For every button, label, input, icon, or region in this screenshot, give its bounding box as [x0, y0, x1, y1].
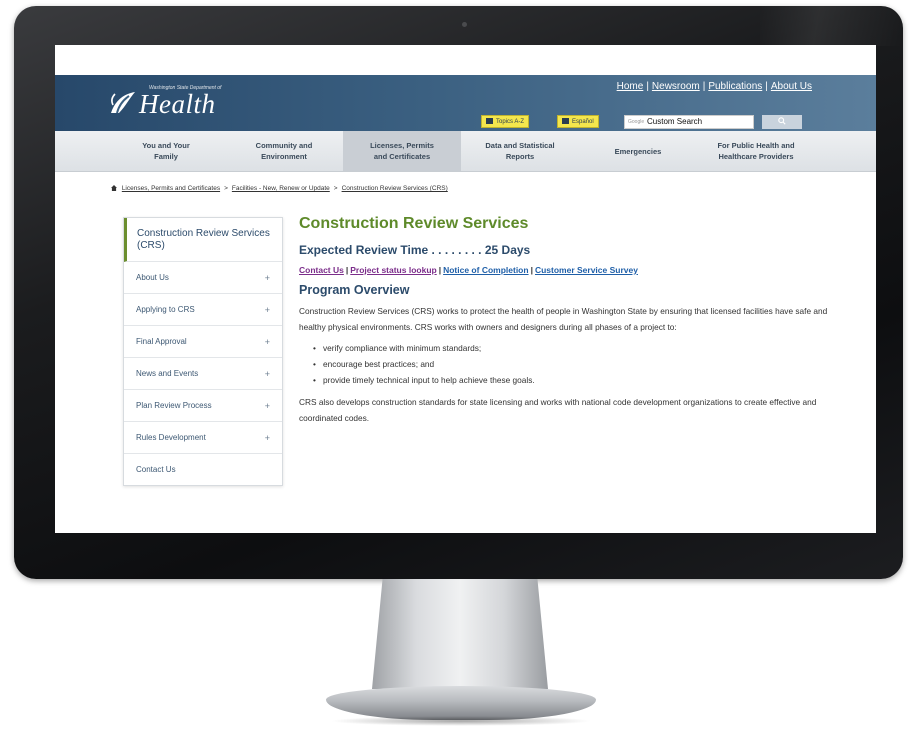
topics-az-button[interactable]: Topics A-Z [481, 115, 530, 128]
leaf-logo-icon [111, 92, 135, 114]
search-placeholder: Custom Search [647, 117, 703, 126]
project-status-link[interactable]: Project status lookup [350, 265, 436, 275]
expand-icon[interactable]: + [265, 433, 270, 443]
overview-paragraph: Construction Review Services (CRS) works… [299, 306, 828, 332]
overview-title: Program Overview [299, 283, 410, 297]
sidebar-item-plan-review[interactable]: Plan Review Process + [124, 390, 282, 422]
breadcrumb-facilities[interactable]: Facilities - New, Renew or Update [232, 185, 330, 192]
sidebar-item-rules-development[interactable]: Rules Development + [124, 422, 282, 454]
nav-emergencies[interactable]: Emergencies [579, 131, 697, 171]
sidebar-item-about-us[interactable]: About Us + [124, 262, 282, 294]
base-shadow [330, 716, 592, 726]
expand-icon[interactable]: + [265, 369, 270, 379]
search-button[interactable] [762, 115, 802, 129]
logo-text: Health [139, 89, 216, 119]
customer-survey-link[interactable]: Customer Service Survey [535, 265, 638, 275]
standards-paragraph: CRS also develops construction standards… [299, 397, 817, 423]
monitor-glare [760, 6, 903, 46]
list-item: verify compliance with minimum standards… [313, 340, 839, 356]
espanol-button[interactable]: Español [557, 115, 599, 128]
breadcrumb: Licenses, Permits and Certificates > Facil… [111, 185, 448, 192]
goals-list: verify compliance with minimum standards… [299, 340, 839, 388]
grid-icon [486, 118, 493, 124]
utility-links: Home | Newsroom | Publications | About Us [616, 81, 812, 92]
nav-public-health-providers[interactable]: For Public Health and Healthcare Provide… [697, 131, 815, 171]
search-icon [778, 117, 786, 125]
screen: Washington State Department of Health Ho… [55, 45, 876, 533]
breadcrumb-licenses[interactable]: Licenses, Permits and Certificates [122, 185, 220, 192]
review-time: Expected Review Time . . . . . . . . 25 … [299, 243, 531, 257]
notice-completion-link[interactable]: Notice of Completion [443, 265, 528, 275]
about-us-link[interactable]: About Us [771, 81, 812, 92]
sidebar-title[interactable]: Construction Review Services (CRS) [124, 218, 282, 262]
list-item: provide timely technical input to help a… [313, 372, 839, 388]
sidebar-item-final-approval[interactable]: Final Approval + [124, 326, 282, 358]
newsroom-link[interactable]: Newsroom [652, 81, 700, 92]
publications-link[interactable]: Publications [708, 81, 762, 92]
sidebar-item-contact-us[interactable]: Contact Us [124, 454, 282, 485]
expand-icon[interactable]: + [265, 337, 270, 347]
site-header: Washington State Department of Health Ho… [55, 75, 876, 131]
quick-links: Contact Us | Project status lookup | Notice … [299, 265, 638, 275]
home-icon[interactable] [111, 185, 117, 191]
expand-icon[interactable]: + [265, 273, 270, 283]
grid-icon [562, 118, 569, 124]
monitor-stand [372, 579, 548, 689]
camera-icon [462, 22, 467, 27]
sidebar-item-news-events[interactable]: News and Events + [124, 358, 282, 390]
contact-us-link[interactable]: Contact Us [299, 265, 344, 275]
search-input[interactable]: Google Custom Search [624, 115, 754, 129]
page-title: Construction Review Services [299, 215, 529, 232]
sidebar-item-applying[interactable]: Applying to CRS + [124, 294, 282, 326]
nav-licenses-permits[interactable]: Licenses, Permits and Certificates [343, 131, 461, 171]
expand-icon[interactable]: + [265, 305, 270, 315]
sidebar-nav: Construction Review Services (CRS) About… [123, 217, 283, 486]
expand-icon[interactable]: + [265, 401, 270, 411]
main-content: Construction Review Services Expected Re… [299, 213, 839, 431]
list-item: encourage best practices; and [313, 356, 839, 372]
breadcrumb-crs[interactable]: Construction Review Services (CRS) [342, 185, 448, 192]
nav-you-and-your-family[interactable]: You and Your Family [107, 131, 225, 171]
nav-data-reports[interactable]: Data and Statistical Reports [461, 131, 579, 171]
home-link[interactable]: Home [617, 81, 644, 92]
google-label: Google [628, 119, 645, 125]
monitor-base [326, 686, 596, 720]
nav-community-environment[interactable]: Community and Environment [225, 131, 343, 171]
main-nav: You and Your Family Community and Enviro… [55, 131, 876, 172]
